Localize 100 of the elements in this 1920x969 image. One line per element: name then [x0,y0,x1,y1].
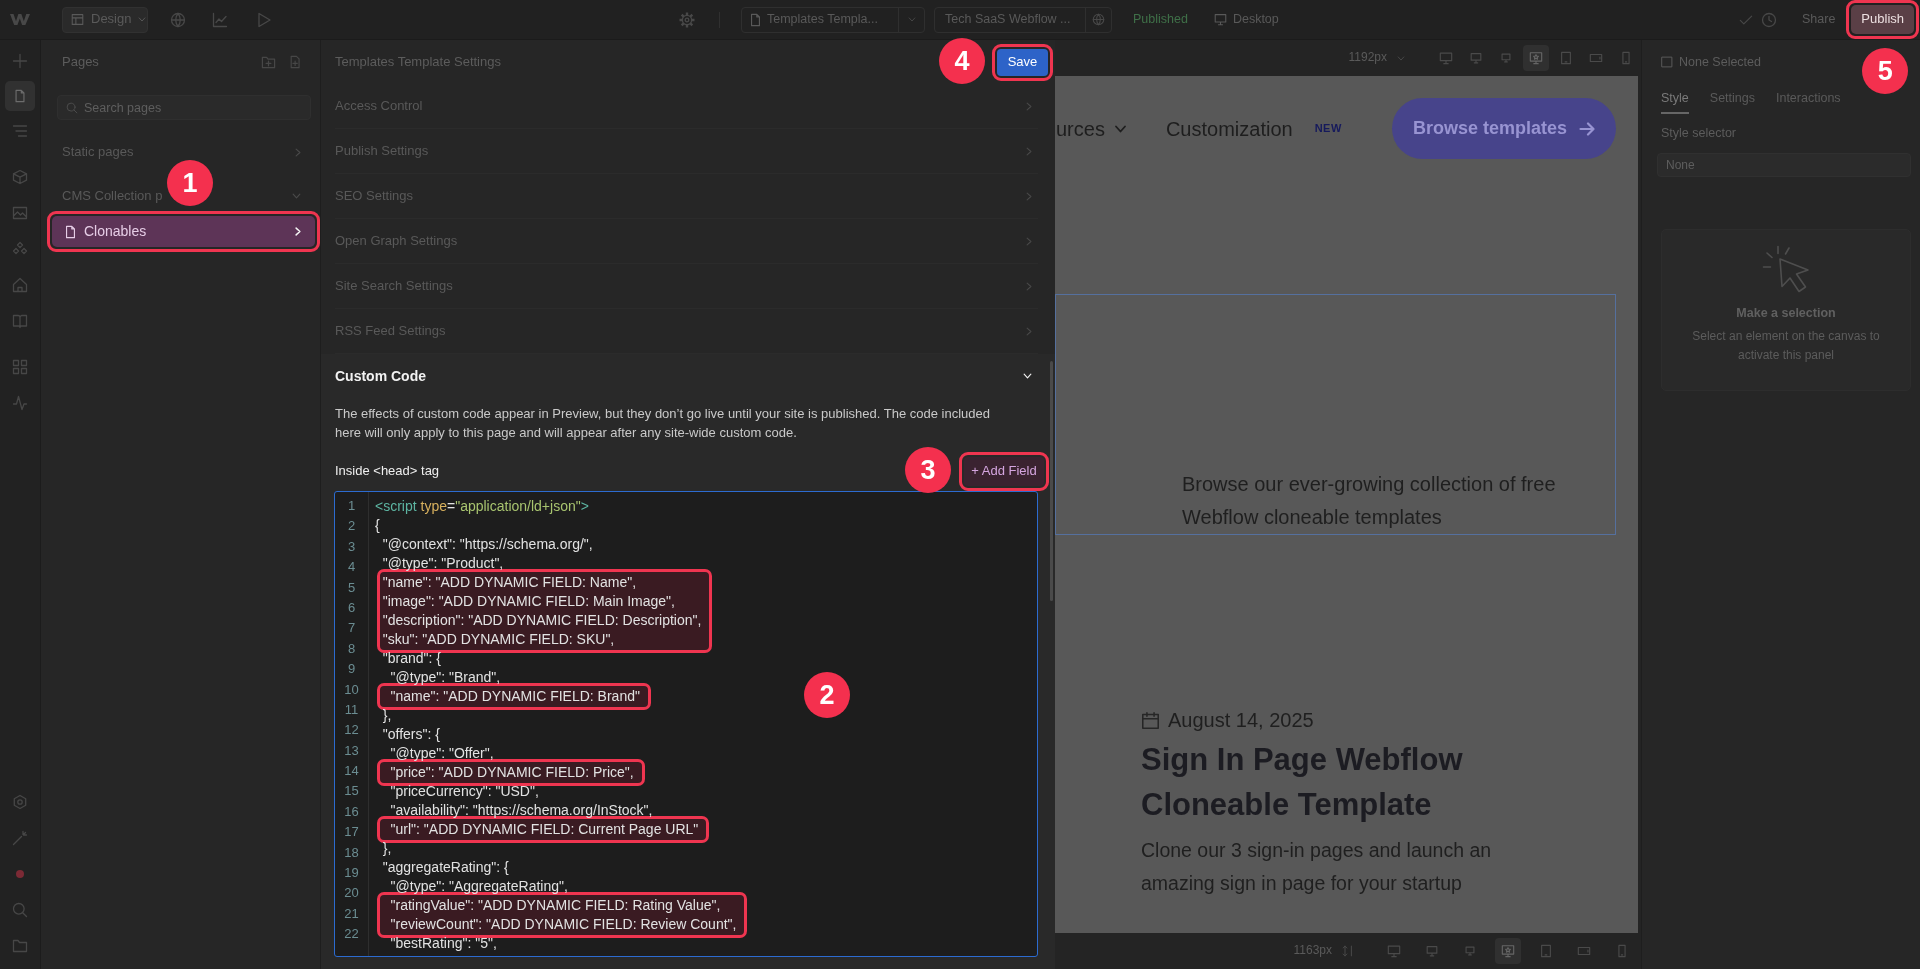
line-number: 18 [343,843,360,862]
line-number: 7 [346,619,357,638]
save-button[interactable]: Save [997,48,1048,76]
cube-icon[interactable] [12,169,28,185]
nav-link[interactable]: Customization [1165,115,1293,142]
line-number: 4 [346,558,357,577]
monitor-icon[interactable] [1499,51,1513,65]
hexagon-icon[interactable] [12,794,28,810]
layout-icon [71,13,84,26]
add-icon[interactable] [12,53,28,69]
line-number: 13 [343,741,360,760]
monitor-icon [1213,13,1227,26]
code-line: "url": "ADD DYNAMIC FIELD: Current Page URL" [389,820,699,839]
code-line: "bestRating": "5", [389,934,498,953]
book-icon[interactable] [12,313,28,329]
line-number: 21 [343,904,360,923]
cursor-icon [1762,245,1810,293]
breakpoint-button[interactable]: Desktop [1213,11,1279,28]
folder-icon[interactable] [12,938,28,954]
page-selector[interactable]: Templates Templa... [741,6,925,33]
code-line: "@type": "AggregateRating", [389,877,569,896]
monitor-icon[interactable] [1425,944,1439,958]
diamonds-icon[interactable] [12,241,28,257]
code-editor[interactable] [334,491,1038,957]
chevron-down-icon[interactable] [292,193,301,199]
line-number: 2 [346,517,357,536]
chart-icon[interactable] [212,11,228,28]
line-number: 16 [343,802,360,821]
monitor-icon[interactable] [1439,51,1453,65]
share-button[interactable]: Share [1802,11,1836,28]
browse-templates-button[interactable]: Browse templates [1392,98,1616,159]
phone-landscape-icon[interactable] [1577,944,1591,958]
pulse-icon[interactable] [12,395,28,411]
panel-tab[interactable]: Style [1661,84,1689,114]
line-number: 3 [346,537,357,556]
post-excerpt: Clone our 3 sign-in pages and launch an amazing sign in page for your startup [1141,838,1493,896]
tablet-icon[interactable] [1559,51,1573,65]
globe-icon [1092,13,1105,26]
play-icon[interactable] [256,11,272,28]
post-date: August 14, 2025 [1168,708,1314,733]
chevron-down-icon[interactable] [1397,55,1405,61]
status-dot-icon[interactable] [16,870,24,878]
monitor-icon[interactable] [1463,944,1477,958]
line-number: 12 [343,721,360,740]
monitor-icon[interactable] [1469,51,1483,65]
scrollbar-thumb[interactable] [1050,361,1053,601]
code-line: "sku": "ADD DYNAMIC FIELD: SKU", [381,630,616,649]
add-field-button[interactable]: + Add Field [964,457,1044,486]
code-line: "description": "ADD DYNAMIC FIELD: Description", [381,611,702,630]
line-number: 10 [343,680,360,699]
line-number: 6 [346,598,357,617]
chevron-right-icon[interactable] [295,147,301,157]
settings-section-toggle[interactable]: Custom Code [334,354,1038,398]
nav-link[interactable]: urces [1056,115,1127,142]
resize-icon[interactable] [1342,945,1354,957]
page-list-item[interactable]: Clonables [52,216,315,247]
step-marker: 3 [905,447,951,493]
layers-icon[interactable] [12,123,28,139]
line-number: 17 [343,823,360,842]
post-title[interactable]: Sign In Page Webflow Cloneable Template [1141,737,1541,827]
arrow-right-icon [1579,121,1596,136]
grid-icon[interactable] [12,359,28,375]
globe-icon[interactable] [170,11,186,28]
wand-icon[interactable] [12,830,28,846]
house-icon[interactable] [12,277,28,293]
page-icon[interactable] [5,81,35,111]
phone-landscape-icon[interactable] [1589,51,1603,65]
chevron-down-icon [138,17,147,22]
line-number: 1 [346,497,357,515]
page-plus-icon[interactable] [289,55,303,69]
code-line: "@type": "Offer", [389,744,495,763]
code-line: "name": "ADD DYNAMIC FIELD: Brand" [389,687,640,706]
page-icon [750,12,761,27]
line-number: 19 [343,864,360,883]
code-line: <script type="application/ld+json"> [375,497,590,516]
hero-text: Browse our ever-growing collection of free Webflow cloneable templates [1182,472,1557,530]
line-number: 8 [346,639,357,658]
code-line: "name": "ADD DYNAMIC FIELD: Name", [381,573,638,592]
clock-icon[interactable] [1761,11,1777,28]
code-line: "brand": { [381,649,442,668]
code-line: "offers": { [381,725,441,744]
code-line: "@type": "Product", [381,554,505,573]
site-selector[interactable]: Tech SaaS Webflow ... [934,6,1112,33]
folder-plus-icon[interactable] [261,54,276,70]
phone-icon[interactable] [1615,944,1629,958]
publish-status: Published [1133,11,1188,28]
logo-icon[interactable] [10,13,30,26]
field-label: Inside <head> tag [334,463,440,480]
search-icon [66,101,78,114]
phone-icon[interactable] [1619,51,1633,65]
publish-button[interactable]: Publish [1851,5,1914,34]
settings-icon[interactable] [679,11,695,28]
image-icon[interactable] [12,205,28,221]
search-icon[interactable] [12,902,28,918]
code-line: "@context": "https://schema.org/", [381,535,594,554]
check-icon[interactable] [1739,12,1753,27]
monitor-icon[interactable] [1387,944,1401,958]
code-line: }, [381,706,393,725]
calendar-icon [1141,710,1160,730]
tablet-icon[interactable] [1539,944,1553,958]
